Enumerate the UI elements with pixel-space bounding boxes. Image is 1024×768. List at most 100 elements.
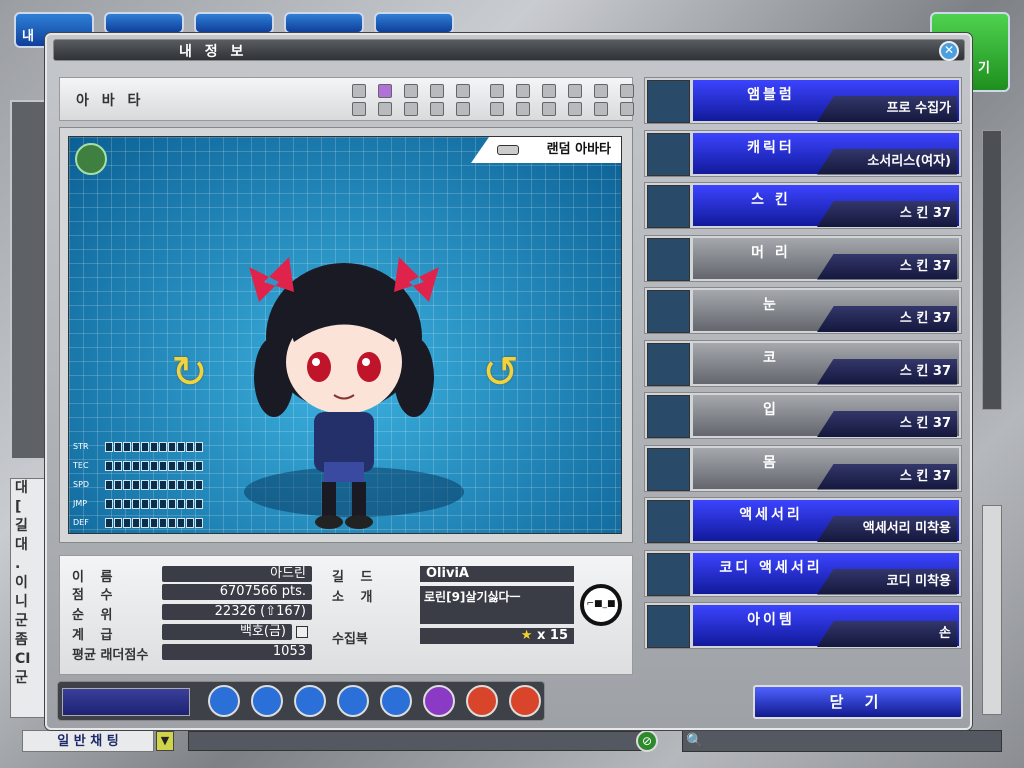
hair-icon	[647, 237, 690, 281]
top-button-4[interactable]	[284, 12, 364, 34]
avatar-slot[interactable]	[516, 102, 530, 116]
search-input[interactable]	[682, 730, 1002, 752]
stat-segment	[141, 479, 149, 490]
close-button[interactable]: 닫 기	[753, 685, 963, 719]
stat-row: DEF	[73, 513, 204, 532]
avatar-slot[interactable]	[490, 84, 504, 98]
character-model	[249, 257, 439, 529]
emblem-icon	[647, 80, 690, 123]
stat-segment	[150, 460, 158, 471]
speech-icon[interactable]	[251, 685, 283, 717]
stat-segment	[195, 517, 203, 528]
stat-segment	[114, 479, 122, 490]
hexagon-icon[interactable]	[208, 685, 240, 717]
avatar-slot[interactable]	[456, 102, 470, 116]
equipment-item[interactable]: 눈스 킨 37	[644, 287, 962, 334]
right-scrollbar-lower[interactable]	[982, 505, 1002, 715]
avatar-slot[interactable]	[542, 84, 556, 98]
rotate-left-icon[interactable]: ↻	[171, 347, 208, 398]
avatar-slot[interactable]	[352, 102, 366, 116]
stat-segment	[132, 441, 140, 452]
avatar-slot[interactable]	[620, 84, 634, 98]
equipment-value: 손	[817, 621, 957, 647]
avatar-slot[interactable]	[594, 84, 608, 98]
equipment-item[interactable]: 액세서리 액세서리 미착용	[644, 497, 962, 544]
top-button-5[interactable]	[374, 12, 454, 34]
stat-segment	[159, 479, 167, 490]
stat-segment	[132, 498, 140, 509]
equipment-item[interactable]: 앰블럼 프로 수집가	[644, 77, 962, 124]
avatar-slot[interactable]	[404, 102, 418, 116]
avatar-slot[interactable]	[430, 84, 444, 98]
chat-line: 길	[15, 518, 28, 534]
avatar-slot[interactable]	[516, 84, 530, 98]
avatar-slot[interactable]	[620, 102, 634, 116]
book-icon[interactable]	[337, 685, 369, 717]
equipment-item[interactable]: 아이템 손	[644, 602, 962, 649]
mouth-icon	[647, 395, 690, 438]
avatar-slot[interactable]	[456, 84, 470, 98]
chat-mode-select[interactable]: 일 반 채 팅	[22, 730, 154, 752]
character-portrait-icon	[647, 132, 690, 176]
close-icon[interactable]: ✕	[939, 41, 959, 61]
avatar-slot[interactable]	[568, 84, 582, 98]
equipment-item[interactable]: 코디 액세서리 코디 미착용	[644, 549, 962, 597]
toolbar-gauge	[62, 688, 190, 716]
chart-icon[interactable]	[466, 685, 498, 717]
avatar-slot[interactable]	[378, 84, 392, 98]
chat-line: 대	[15, 537, 28, 553]
avatar-slot[interactable]	[352, 84, 366, 98]
avatar-slot[interactable]	[568, 102, 582, 116]
no-entry-icon[interactable]: ⊘	[636, 730, 658, 752]
chevron-down-icon[interactable]: ▼	[156, 731, 174, 751]
star-icon: ★	[520, 628, 533, 643]
stat-segment	[132, 517, 140, 528]
collection-label: 수집북	[332, 632, 368, 647]
stat-segment	[114, 441, 122, 452]
intro-label: 소 개	[332, 590, 379, 605]
accessory-icon	[647, 500, 690, 543]
left-side-panel	[10, 100, 50, 460]
avatar-slot[interactable]	[378, 102, 392, 116]
stat-segment	[177, 517, 185, 528]
stat-segment	[195, 479, 203, 490]
avatar-slot[interactable]	[594, 102, 608, 116]
grade-value: 백호(금)	[162, 624, 292, 640]
rotate-right-icon[interactable]: ↺	[482, 347, 519, 398]
right-scrollbar-upper[interactable]	[982, 130, 1002, 410]
search-icon[interactable]: 🔍	[684, 730, 706, 752]
star-icon[interactable]	[380, 685, 412, 717]
equipment-item[interactable]: 머 리스 킨 37	[644, 234, 962, 282]
bell-icon[interactable]	[423, 685, 455, 717]
equipment-item[interactable]: 입스 킨 37	[644, 392, 962, 439]
equipment-item[interactable]: 캐릭터 소서리스(여자)	[644, 129, 962, 177]
box-icon[interactable]	[294, 685, 326, 717]
stat-name: JMP	[73, 499, 88, 508]
avatar-slot[interactable]	[404, 84, 418, 98]
card-icon[interactable]	[509, 685, 541, 717]
random-avatar-button[interactable]: 랜덤 아바타	[471, 137, 621, 163]
stat-segment	[159, 441, 167, 452]
equipment-item[interactable]: 스 킨스 킨 37	[644, 182, 962, 229]
intro-value: 로린[9]살기싫다ㅡ	[420, 586, 574, 624]
stat-segment	[114, 517, 122, 528]
stat-segment	[141, 460, 149, 471]
equipment-value: 프로 수집가	[817, 96, 957, 122]
chat-line: 니	[15, 594, 28, 610]
avatar-slot[interactable]	[490, 102, 504, 116]
top-button-2[interactable]	[104, 12, 184, 34]
stat-segment	[105, 441, 113, 452]
stat-segment	[141, 498, 149, 509]
equipment-item[interactable]: 코스 킨 37	[644, 339, 962, 387]
stat-row: JMP	[73, 494, 204, 513]
top-button-3[interactable]	[194, 12, 274, 34]
equipment-value: 스 킨 37	[817, 358, 957, 385]
stat-name: DEF	[73, 518, 89, 527]
stat-segment	[132, 479, 140, 490]
equipment-item[interactable]: 몸스 킨 37	[644, 444, 962, 492]
stat-segment	[168, 517, 176, 528]
skin-icon	[647, 185, 690, 228]
chat-input[interactable]	[188, 731, 642, 751]
avatar-slot[interactable]	[542, 102, 556, 116]
avatar-slot[interactable]	[430, 102, 444, 116]
